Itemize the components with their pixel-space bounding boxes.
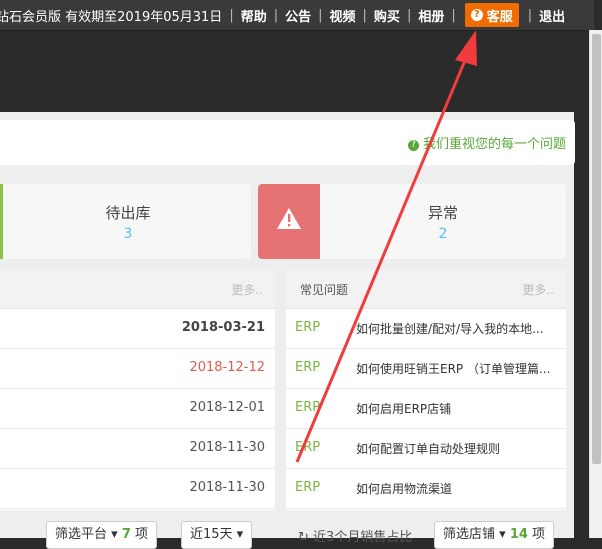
category-tag: ERP — [295, 440, 321, 455]
category-tag: ERP — [295, 360, 321, 375]
divider: | — [451, 7, 456, 23]
panel-header: 更多.. — [0, 270, 275, 309]
faq-item[interactable]: ERP 如何批量创建/配对/导入我的本地... — [286, 309, 566, 349]
date-text: 2018-12-12 — [189, 360, 265, 375]
logout-link[interactable]: 退出 — [539, 6, 565, 25]
date-range-button[interactable]: 近15天 ▾ — [181, 521, 253, 549]
divider: | — [273, 7, 279, 23]
unit-label: 项 — [135, 527, 149, 542]
video-link[interactable]: 视频 — [330, 6, 356, 25]
list-item[interactable]: 2018-11-30 — [0, 429, 275, 469]
announcement-link[interactable]: 公告 — [285, 6, 311, 25]
top-bar: 钻石会员版 有效期至2019年05月31日 | 帮助 | 公告 | 视频 | 购… — [0, 0, 594, 31]
list-item[interactable]: 2018-03-21 — [0, 309, 275, 349]
stat-label: 异常 — [427, 204, 458, 222]
platform-count: 7 — [121, 527, 131, 542]
warning-icon — [258, 184, 320, 259]
faq-item[interactable]: ERP 如何启用ERP店铺 — [286, 389, 566, 429]
customer-service-button[interactable]: ? 客服 — [464, 3, 519, 27]
faq-panel: 常见问题 更多.. ERP 如何批量创建/配对/导入我的本地... ERP 如何使用… — [286, 270, 566, 510]
scrollbar-thumb[interactable] — [592, 34, 601, 464]
date-text: 2018-11-30 — [189, 440, 265, 455]
faq-item[interactable]: ERP 如何使用旺销王ERP （订单管理篇... — [286, 349, 566, 389]
faq-question: 如何启用ERP店铺 — [356, 402, 452, 416]
faq-question: 如何配置订单自动处理规则 — [356, 442, 501, 456]
list-item[interactable]: 2018-11-30 — [0, 469, 275, 509]
chevron-down-icon: ▾ — [495, 527, 510, 542]
store-count: 14 — [509, 527, 528, 542]
divider: | — [229, 7, 234, 23]
faq-item[interactable]: ERP 如何配置订单自动处理规则 — [286, 429, 566, 469]
category-tag: ERP — [295, 400, 321, 415]
divider: | — [362, 7, 367, 23]
faq-question: 如何启用物流渠道 — [356, 482, 453, 496]
faq-title: 常见问题 — [300, 283, 349, 297]
membership-status: 钻石会员版 有效期至2019年05月31日 — [0, 9, 223, 25]
chevron-down-icon: ▾ — [232, 527, 244, 542]
date-text: 2018-12-01 — [189, 400, 265, 415]
faq-item[interactable]: ERP 如何启用物流渠道 — [286, 469, 566, 509]
panel-header: 常见问题 更多.. — [286, 270, 566, 309]
chevron-down-icon: ▾ — [107, 527, 122, 542]
vertical-scrollbar[interactable] — [589, 30, 602, 538]
stat-card-pending-shipment[interactable]: 待出库 3 — [0, 184, 251, 259]
more-link[interactable]: 更多.. — [522, 281, 554, 298]
stat-label: 待出库 — [105, 204, 151, 222]
list-item[interactable]: 2018-12-01 — [0, 389, 275, 429]
album-link[interactable]: 相册 — [418, 6, 444, 25]
sales-ratio-title: ↻ 近3个月销售占比 — [298, 526, 412, 545]
faq-question: 如何使用旺销王ERP （订单管理篇... — [356, 362, 551, 376]
category-tag: ERP — [295, 320, 321, 335]
purchase-link[interactable]: 购买 — [374, 6, 400, 25]
stat-value: 2 — [438, 226, 448, 242]
help-link[interactable]: 帮助 — [241, 6, 267, 25]
unit-label: 项 — [532, 527, 546, 542]
date-text: 2018-03-21 — [181, 320, 265, 335]
notice-bar: ? 我们重视您的每一个问题 — [0, 120, 575, 165]
filter-platform-button[interactable]: 筛选平台 ▾ 7 项 — [46, 521, 158, 549]
notice-text: 我们重视您的每一个问题 — [422, 137, 566, 152]
notice-link[interactable]: ? 我们重视您的每一个问题 — [407, 133, 566, 152]
question-icon: ? — [470, 9, 483, 21]
filter-store-label: 筛选店铺 — [443, 527, 496, 542]
date-text: 2018-11-30 — [189, 480, 265, 495]
faq-question: 如何批量创建/配对/导入我的本地... — [356, 322, 544, 336]
recent-list-panel: 更多.. 2018-03-21 2018-12-12 2018-12-01 20… — [0, 270, 275, 510]
divider: | — [527, 7, 533, 23]
stat-value: 3 — [123, 226, 133, 242]
list-item[interactable]: 2018-12-12 — [0, 349, 275, 389]
category-tag: ERP — [295, 480, 321, 495]
customer-service-label: 客服 — [486, 9, 513, 25]
filter-store-button[interactable]: 筛选店铺 ▾ 14 项 — [434, 521, 555, 549]
divider: | — [406, 7, 412, 23]
filter-platform-label: 筛选平台 — [55, 527, 108, 542]
question-icon: ? — [407, 140, 419, 151]
more-link[interactable]: 更多.. — [231, 281, 263, 298]
stat-card-exception[interactable]: 异常 2 — [258, 184, 566, 259]
divider: | — [318, 7, 323, 23]
date-range-label: 近15天 — [190, 527, 233, 542]
